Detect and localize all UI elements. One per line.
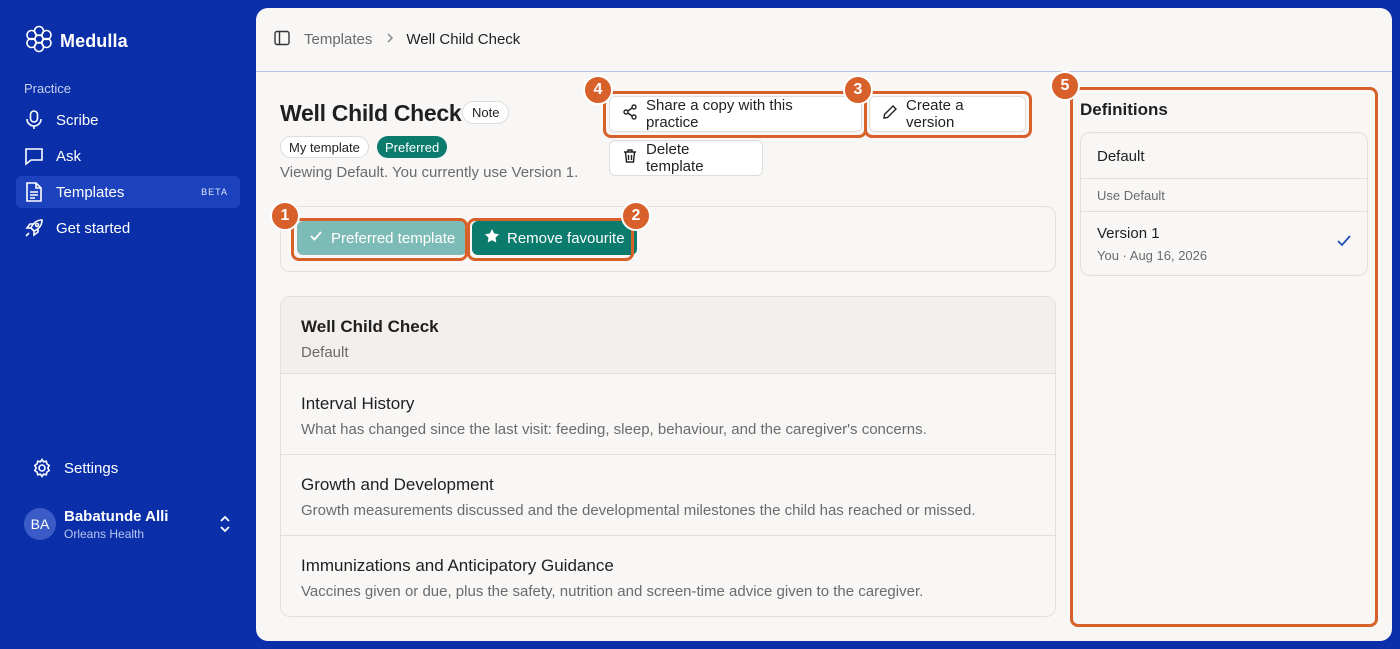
delete-template-label: Delete template (646, 141, 704, 175)
annotation-marker-4: 4 (583, 75, 613, 105)
star-icon (484, 228, 500, 248)
section-title: Well Child Check (301, 317, 439, 336)
user-menu[interactable]: BA Babatunde Alli Orleans Health (24, 506, 234, 542)
sidebar-toggle-icon[interactable] (274, 30, 290, 50)
definitions-title: Definitions (1080, 100, 1168, 119)
create-version-label: Create a version (906, 97, 964, 131)
section-description: Vaccines given or due, plus the safety, … (301, 583, 924, 600)
share-copy-label: Share a copy with this practice (646, 97, 793, 131)
remove-favourite-label: Remove favourite (507, 229, 625, 247)
settings-label: Settings (64, 459, 119, 477)
annotation-marker-3: 3 (843, 75, 873, 105)
check-icon (309, 229, 323, 247)
remove-favourite-button[interactable]: Remove favourite (472, 221, 637, 255)
chat-icon (24, 146, 44, 166)
section-subtitle: Default (301, 344, 349, 361)
chevron-up-down-icon[interactable] (218, 514, 232, 539)
section-title: Growth and Development (301, 475, 494, 494)
section-title: Immunizations and Anticipatory Guidance (301, 556, 614, 575)
breadcrumb-chevron-icon (386, 31, 394, 48)
section-header[interactable]: Well Child Check Default (281, 297, 1055, 374)
section-description: What has changed since the last visit: f… (301, 421, 927, 438)
template-sections: Well Child Check Default Interval Histor… (280, 296, 1056, 617)
sidebar-item-settings[interactable]: Settings (24, 452, 224, 484)
version-meta: You · Aug 16, 2026 (1097, 248, 1208, 263)
delete-template-button[interactable]: Delete template (609, 140, 763, 176)
my-template-badge: My template (280, 136, 369, 158)
annotation-marker-2: 2 (621, 201, 651, 231)
use-default-option[interactable]: Use Default (1081, 179, 1367, 212)
preferred-template-button[interactable]: Preferred template (297, 221, 468, 255)
brand[interactable]: Medulla (24, 24, 128, 59)
definition-version-1[interactable]: Version 1 You · Aug 16, 2026 (1081, 212, 1367, 275)
microphone-icon (24, 110, 44, 130)
rocket-icon (24, 218, 44, 238)
section-description: Growth measurements discussed and the de… (301, 502, 976, 519)
note-badge: Note (462, 101, 510, 124)
page-title: Well Child Check (280, 100, 462, 126)
definitions-panel: Definitions Default Use Default Version … (1074, 88, 1376, 624)
sidebar-item-label: Scribe (56, 111, 99, 129)
breadcrumb-templates[interactable]: Templates (304, 31, 372, 48)
sidebar-item-scribe[interactable]: Scribe (16, 104, 240, 136)
definition-default[interactable]: Default (1081, 133, 1367, 179)
section-title: Interval History (301, 394, 415, 413)
avatar: BA (24, 508, 56, 540)
create-version-button[interactable]: Create a version (869, 96, 1026, 132)
annotation-marker-1: 1 (270, 201, 300, 231)
preferred-template-label: Preferred template (331, 229, 456, 247)
section-growth-development[interactable]: Growth and Development Growth measuremen… (281, 455, 1055, 536)
sidebar-item-get-started[interactable]: Get started (16, 212, 240, 244)
medulla-logo-icon (24, 24, 54, 59)
check-icon (1337, 234, 1351, 252)
share-copy-button[interactable]: Share a copy with this practice (609, 96, 862, 132)
sidebar-item-templates[interactable]: Templates BETA (16, 176, 240, 208)
sidebar-item-label: Ask (56, 147, 82, 165)
sidebar-item-ask[interactable]: Ask (16, 140, 240, 172)
definitions-list: Default Use Default Version 1 You · Aug … (1080, 132, 1368, 276)
brand-name: Medulla (60, 31, 128, 51)
main-panel: Templates Well Child Check Well Child Ch… (256, 8, 1392, 641)
sidebar-item-label: Templates (56, 183, 125, 201)
sidebar-item-label: Get started (56, 219, 131, 237)
trash-icon (622, 148, 638, 168)
version-title: Version 1 (1097, 225, 1160, 242)
pencil-icon (882, 104, 898, 124)
section-interval-history[interactable]: Interval History What has changed since … (281, 374, 1055, 455)
annotation-marker-5: 5 (1050, 71, 1080, 101)
gear-icon (32, 458, 52, 478)
user-org: Orleans Health (64, 526, 145, 541)
viewing-status: Viewing Default. You currently use Versi… (280, 164, 579, 181)
favourite-row: Preferred template Remove favourite (280, 206, 1056, 272)
breadcrumb-current: Well Child Check (406, 31, 521, 48)
preferred-badge: Preferred (377, 136, 448, 158)
section-immunizations[interactable]: Immunizations and Anticipatory Guidance … (281, 536, 1055, 616)
top-bar: Templates Well Child Check (256, 8, 1392, 72)
share-icon (622, 104, 638, 124)
nav-section-label: Practice (24, 81, 71, 96)
sidebar: Medulla Practice Scribe Ask Templates BE… (0, 0, 256, 649)
user-name: Babatunde Alli (64, 507, 169, 525)
document-icon (24, 182, 44, 202)
beta-badge: BETA (201, 187, 228, 197)
